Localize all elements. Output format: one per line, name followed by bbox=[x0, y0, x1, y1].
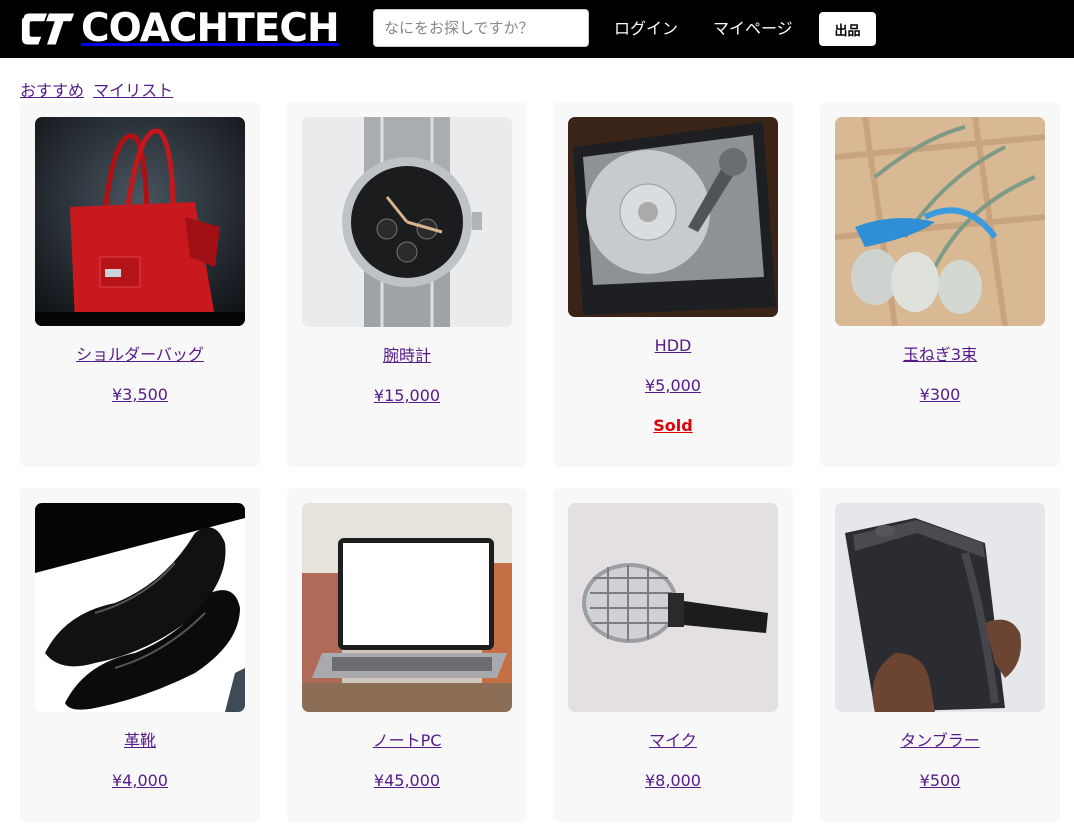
microphone-icon bbox=[568, 503, 778, 712]
product-card[interactable]: マイク ¥8,000 bbox=[553, 488, 793, 822]
product-name[interactable]: ショルダーバッグ bbox=[20, 344, 260, 366]
watch-icon bbox=[302, 117, 512, 327]
product-image[interactable] bbox=[35, 503, 245, 712]
laptop-icon bbox=[302, 503, 512, 712]
product-price[interactable]: ¥300 bbox=[820, 384, 1060, 406]
hdd-icon bbox=[568, 117, 778, 317]
product-image[interactable] bbox=[302, 503, 512, 712]
product-name[interactable]: マイク bbox=[553, 730, 793, 752]
tumbler-icon bbox=[835, 503, 1045, 712]
product-name[interactable]: 腕時計 bbox=[287, 345, 527, 367]
product-card[interactable]: タンブラー ¥500 bbox=[820, 488, 1060, 822]
search-input[interactable] bbox=[373, 9, 589, 47]
product-image[interactable] bbox=[835, 117, 1045, 326]
sold-label[interactable]: Sold bbox=[553, 415, 793, 437]
product-card[interactable]: ショルダーバッグ ¥3,500 bbox=[20, 102, 260, 467]
product-name[interactable]: タンブラー bbox=[820, 730, 1060, 752]
product-name[interactable]: 玉ねぎ3束 bbox=[820, 344, 1060, 366]
product-card[interactable]: 腕時計 ¥15,000 bbox=[287, 102, 527, 467]
product-price[interactable]: ¥5,000 bbox=[553, 375, 793, 397]
product-image[interactable] bbox=[35, 117, 245, 326]
product-card[interactable]: HDD ¥5,000 Sold bbox=[553, 102, 793, 467]
product-price[interactable]: ¥45,000 bbox=[287, 770, 527, 792]
product-name[interactable]: 革靴 bbox=[20, 730, 260, 752]
tab-mylist[interactable]: マイリスト bbox=[93, 81, 173, 100]
product-card[interactable]: ノートPC ¥45,000 bbox=[287, 488, 527, 822]
product-image[interactable] bbox=[568, 117, 778, 317]
site-header: COACHTECH ログイン マイページ 出品 bbox=[0, 0, 1074, 58]
product-price[interactable]: ¥8,000 bbox=[553, 770, 793, 792]
product-name[interactable]: ノートPC bbox=[287, 730, 527, 752]
logo-mark-icon bbox=[21, 13, 75, 45]
sell-button[interactable]: 出品 bbox=[819, 12, 876, 46]
tab-recommended[interactable]: おすすめ bbox=[20, 81, 84, 100]
product-price[interactable]: ¥15,000 bbox=[287, 385, 527, 407]
product-image[interactable] bbox=[835, 503, 1045, 712]
logo[interactable]: COACHTECH bbox=[20, 6, 340, 51]
product-price[interactable]: ¥3,500 bbox=[20, 384, 260, 406]
handbag-icon bbox=[35, 117, 245, 326]
product-card[interactable]: 玉ねぎ3束 ¥300 bbox=[820, 102, 1060, 467]
product-price[interactable]: ¥500 bbox=[820, 770, 1060, 792]
tab-bar: おすすめ マイリスト bbox=[20, 80, 177, 102]
product-image[interactable] bbox=[302, 117, 512, 327]
mypage-link[interactable]: マイページ bbox=[713, 18, 793, 40]
login-link[interactable]: ログイン bbox=[614, 18, 678, 40]
onion-icon bbox=[835, 117, 1045, 326]
product-name[interactable]: HDD bbox=[553, 335, 793, 357]
product-price[interactable]: ¥4,000 bbox=[20, 770, 260, 792]
shoes-icon bbox=[35, 503, 245, 712]
product-card[interactable]: 革靴 ¥4,000 bbox=[20, 488, 260, 822]
product-image[interactable] bbox=[568, 503, 778, 712]
logo-text: COACHTECH bbox=[81, 6, 340, 51]
